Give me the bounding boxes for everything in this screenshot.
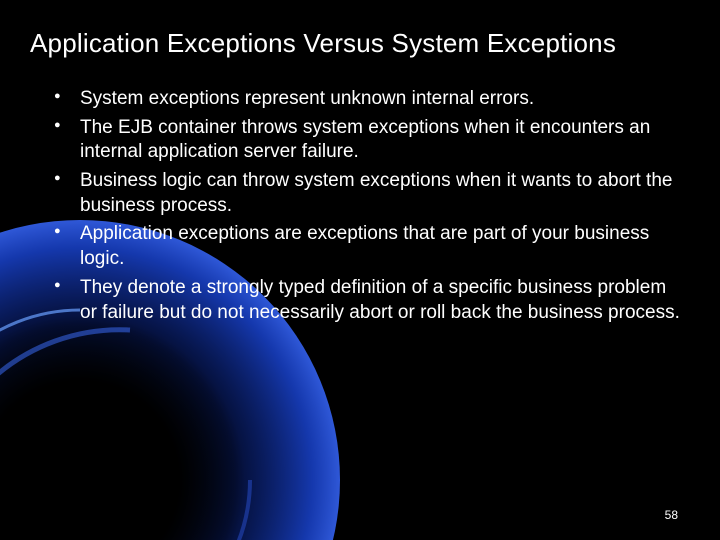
slide-content: Application Exceptions Versus System Exc… — [0, 0, 720, 540]
list-item: System exceptions represent unknown inte… — [54, 87, 684, 112]
slide-title: Application Exceptions Versus System Exc… — [30, 28, 684, 59]
list-item: The EJB container throws system exceptio… — [54, 116, 684, 165]
list-item: They denote a strongly typed definition … — [54, 276, 684, 325]
list-item: Application exceptions are exceptions th… — [54, 222, 684, 271]
list-item: Business logic can throw system exceptio… — [54, 169, 684, 218]
bullet-list: System exceptions represent unknown inte… — [30, 87, 684, 325]
